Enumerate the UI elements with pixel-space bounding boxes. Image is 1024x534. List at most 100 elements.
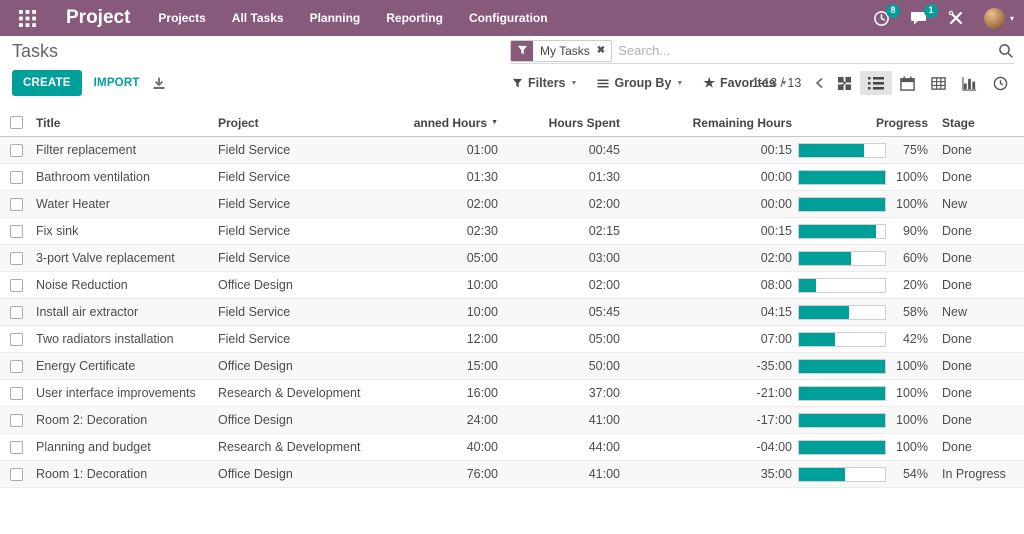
activities-button[interactable]: 8 — [873, 3, 900, 27]
table-row[interactable]: Two radiators installation Field Service 1… — [0, 326, 1024, 353]
menu-all-tasks[interactable]: All Tasks — [232, 11, 284, 25]
column-remaining-hours[interactable]: Remaining Hours — [620, 116, 792, 130]
table-row[interactable]: Energy Certificate Office Design 15:00 50:0… — [0, 353, 1024, 380]
task-title: Water Heater — [36, 197, 110, 211]
apps-grid-icon-svg — [18, 9, 36, 27]
export-download-icon[interactable] — [152, 76, 166, 90]
row-checkbox[interactable] — [10, 251, 23, 265]
search-icon[interactable] — [998, 43, 1014, 59]
menu-configuration[interactable]: Configuration — [469, 11, 548, 25]
row-checkbox-cell — [0, 440, 36, 454]
row-checkbox[interactable] — [10, 143, 23, 157]
kanban-view-icon[interactable] — [829, 71, 860, 96]
progress-percent: 60% — [902, 251, 928, 265]
row-checkbox[interactable] — [10, 440, 23, 454]
column-planned-hours-label: Planned Hours — [414, 115, 488, 130]
groupby-dropdown[interactable]: Group By ▼ — [597, 76, 683, 90]
task-remaining-hours: 00:00 — [760, 170, 792, 184]
table-row[interactable]: Install air extractor Field Service 10:00 0… — [0, 299, 1024, 326]
activity-view-icon[interactable] — [985, 71, 1016, 96]
topbar-menu: Projects All Tasks Planning Reporting Config… — [158, 11, 547, 25]
user-menu[interactable]: ▾ — [983, 7, 1014, 29]
top-navbar: Project Projects All Tasks Planning Reporti… — [0, 0, 1024, 36]
row-checkbox[interactable] — [10, 224, 23, 238]
table-row[interactable]: Room 2: Decoration Office Design 24:00 41:0… — [0, 407, 1024, 434]
search-input[interactable] — [618, 43, 998, 58]
task-title: User interface improvements — [36, 386, 196, 400]
task-planned-hours: 76:00 — [466, 467, 498, 481]
progress-bar-fill — [799, 170, 885, 184]
row-checkbox[interactable] — [10, 467, 23, 481]
progress-bar-fill — [799, 467, 846, 481]
task-planned-hours: 05:00 — [466, 251, 498, 265]
table-row[interactable]: Room 1: Decoration Office Design 76:00 41:0… — [0, 461, 1024, 488]
task-title: Install air extractor — [36, 305, 139, 319]
task-hours-spent: 50:00 — [588, 359, 620, 373]
progress-bar — [798, 412, 886, 428]
progress-bar — [798, 466, 886, 482]
table-row[interactable]: Fix sink Field Service 02:30 02:15 00:15 90% D… — [0, 218, 1024, 245]
task-project: Research & Development — [218, 440, 361, 454]
progress-bar-fill — [799, 440, 885, 454]
menu-planning[interactable]: Planning — [310, 11, 361, 25]
table-row[interactable]: Planning and budget Research & Developmen… — [0, 434, 1024, 461]
task-stage: Done — [942, 278, 972, 292]
row-checkbox[interactable] — [10, 386, 23, 400]
table-row[interactable]: User interface improvements Research & De… — [0, 380, 1024, 407]
select-all-checkbox[interactable] — [10, 116, 23, 129]
task-hours-spent: 41:00 — [588, 413, 620, 427]
table-row[interactable]: Noise Reduction Office Design 10:00 02:00 08… — [0, 272, 1024, 299]
task-stage: Done — [942, 143, 972, 157]
create-button[interactable]: CREATE — [12, 70, 82, 96]
chevron-down-icon: ▼ — [570, 79, 578, 87]
column-stage[interactable]: Stage — [928, 116, 1024, 130]
task-planned-hours: 15:00 — [466, 359, 498, 373]
column-hours-spent[interactable]: Hours Spent — [498, 116, 620, 130]
progress-bar — [798, 169, 886, 185]
tools-button[interactable] — [948, 10, 964, 26]
task-progress-cell: 100% — [792, 385, 928, 401]
progress-bar-fill — [799, 143, 864, 157]
row-checkbox[interactable] — [10, 305, 23, 319]
column-progress[interactable]: Progress — [792, 116, 928, 130]
app-title[interactable]: Project — [66, 7, 130, 29]
task-project: Field Service — [218, 305, 291, 319]
progress-bar-fill — [799, 305, 849, 319]
messages-button[interactable]: 1 — [910, 4, 938, 26]
groupby-label: Group By — [614, 76, 672, 90]
row-checkbox[interactable] — [10, 332, 23, 346]
column-planned-hours[interactable]: Planned Hours ▼ — [414, 116, 498, 130]
list-view-icon[interactable] — [860, 71, 892, 95]
column-project[interactable]: Project — [218, 116, 414, 130]
menu-projects[interactable]: Projects — [158, 11, 205, 25]
table-row[interactable]: Bathroom ventilation Field Service 01:30 01… — [0, 164, 1024, 191]
task-progress-cell: 100% — [792, 358, 928, 374]
table-row[interactable]: 3-port Valve replacement Field Service 05:… — [0, 245, 1024, 272]
row-checkbox[interactable] — [10, 278, 23, 292]
filters-dropdown[interactable]: Filters ▼ — [512, 76, 577, 90]
table-row[interactable]: Water Heater Field Service 02:00 02:00 00:00… — [0, 191, 1024, 218]
task-progress-cell: 90% — [792, 223, 928, 239]
calendar-view-icon[interactable] — [892, 71, 923, 96]
row-checkbox[interactable] — [10, 170, 23, 184]
task-hours-spent: 02:00 — [588, 278, 620, 292]
pager-previous-icon[interactable] — [815, 77, 824, 89]
task-title: Two radiators installation — [36, 332, 174, 346]
graph-view-icon[interactable] — [954, 71, 985, 96]
facet-remove-icon[interactable]: ✖ — [597, 41, 611, 61]
menu-reporting[interactable]: Reporting — [386, 11, 443, 25]
progress-percent: 100% — [896, 413, 928, 427]
apps-grid-icon[interactable] — [12, 9, 42, 27]
import-button[interactable]: IMPORT — [94, 77, 140, 89]
row-checkbox-cell — [0, 170, 36, 184]
row-checkbox[interactable] — [10, 359, 23, 373]
table-row[interactable]: Filter replacement Field Service 01:00 00:4… — [0, 137, 1024, 164]
task-progress-cell: 100% — [792, 196, 928, 212]
row-checkbox-cell — [0, 197, 36, 211]
row-checkbox[interactable] — [10, 197, 23, 211]
filters-icon — [512, 78, 523, 88]
row-checkbox[interactable] — [10, 413, 23, 427]
pivot-view-icon[interactable] — [923, 71, 954, 96]
avatar — [983, 7, 1005, 29]
column-title[interactable]: Title — [36, 116, 218, 130]
